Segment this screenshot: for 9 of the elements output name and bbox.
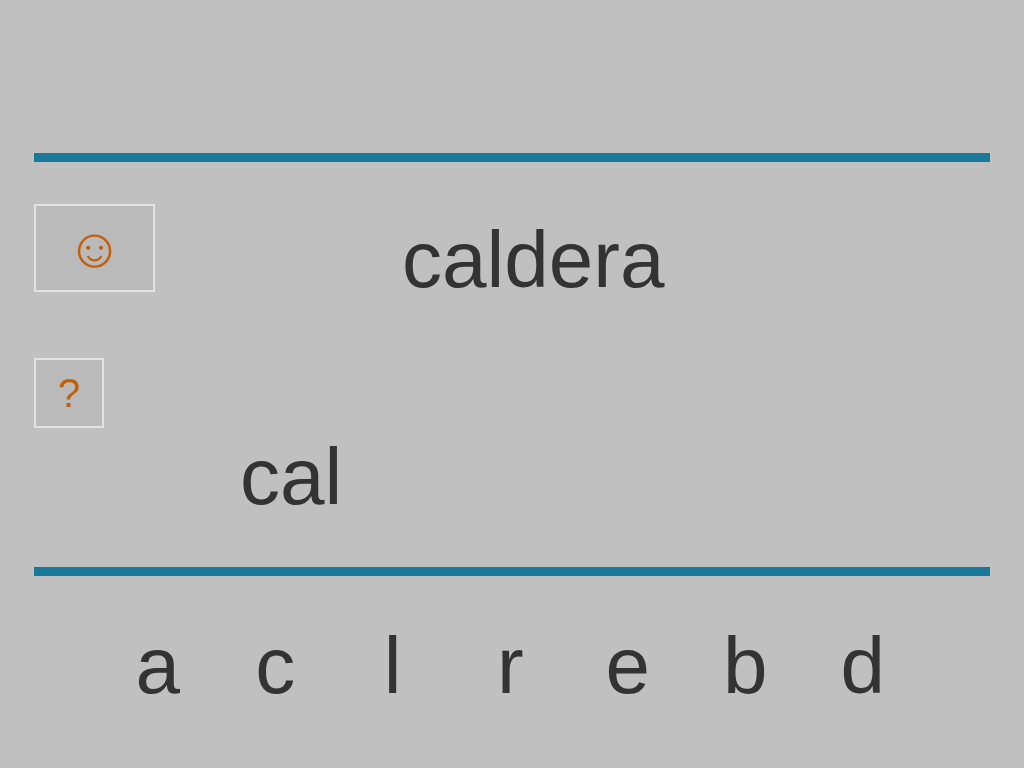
letter-tile[interactable]: a: [99, 626, 217, 706]
letter-tile[interactable]: b: [686, 626, 804, 706]
letter-tile[interactable]: l: [334, 626, 452, 706]
letter-tile[interactable]: d: [804, 626, 922, 706]
answer-word: cal: [240, 437, 343, 517]
letter-tile[interactable]: e: [569, 626, 687, 706]
letter-tile[interactable]: r: [451, 626, 569, 706]
target-word: caldera: [402, 220, 665, 300]
letter-tile[interactable]: c: [216, 626, 334, 706]
